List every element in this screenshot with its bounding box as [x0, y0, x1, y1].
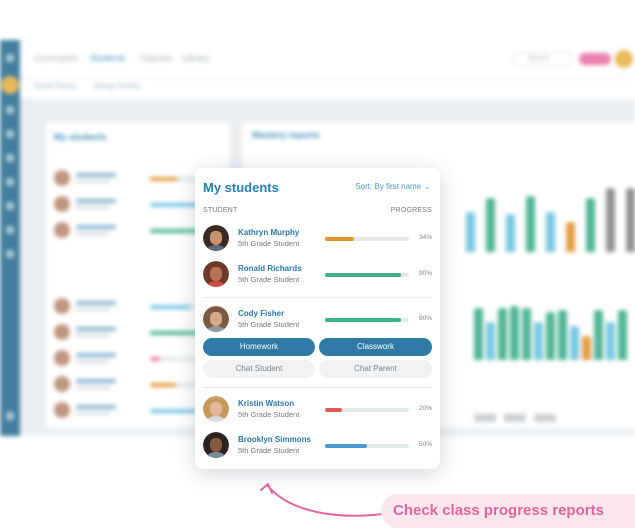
- progress-bar: [325, 318, 409, 322]
- student-name[interactable]: Kathryn Murphy: [238, 228, 299, 237]
- sub-navigation: Student Reports Manage Students: [20, 78, 635, 100]
- classwork-button[interactable]: Classwork: [319, 338, 432, 356]
- chevron-down-icon: ⌄: [424, 184, 430, 191]
- nav-icon: [6, 130, 14, 138]
- student-grade: 5th Grade Student: [238, 410, 300, 419]
- student-avatar: [203, 432, 229, 458]
- progress-bar: [325, 237, 409, 241]
- chat-student-button[interactable]: Chat Student: [203, 360, 315, 378]
- student-avatar: [203, 306, 229, 332]
- student-grade: 5th Grade Student: [238, 446, 300, 455]
- nav-icon: [6, 250, 14, 258]
- progress-fill: [325, 408, 342, 412]
- progress-percent: 20%: [418, 405, 432, 412]
- student-row[interactable]: Brooklyn Simmons 5th Grade Student 50%: [203, 432, 432, 462]
- student-name[interactable]: Ronald Richards: [238, 264, 302, 273]
- column-header-student: STUDENT: [203, 207, 238, 214]
- student-name[interactable]: Kristin Watson: [238, 399, 294, 408]
- student-row[interactable]: Ronald Richards 5th Grade Student 90%: [203, 261, 432, 291]
- progress-percent: 34%: [418, 234, 432, 241]
- student-grade: 5th Grade Student: [238, 275, 300, 284]
- callout-banner: Check class progress reports: [381, 494, 635, 528]
- background-card-title: My students: [54, 132, 107, 142]
- column-header-progress: PROGRESS: [390, 207, 432, 214]
- student-name[interactable]: Cody Fisher: [238, 309, 284, 318]
- callout-text: Check class progress reports: [393, 502, 604, 519]
- user-avatar[interactable]: [615, 50, 633, 68]
- my-students-card: My students Sort: By first name ⌄ STUDENT…: [195, 168, 440, 469]
- subnav-student-reports[interactable]: Student Reports: [34, 84, 77, 90]
- upgrade-button[interactable]: [579, 53, 611, 65]
- progress-fill: [325, 273, 401, 277]
- search-input[interactable]: Search: [513, 52, 573, 66]
- student-grade: 5th Grade Student: [238, 320, 300, 329]
- chat-parent-button[interactable]: Chat Parent: [319, 360, 432, 378]
- tab-library[interactable]: Library: [182, 53, 210, 63]
- subnav-manage-students[interactable]: Manage Students: [94, 84, 141, 90]
- sort-label: Sort: By first name: [355, 182, 422, 191]
- student-avatar: [203, 225, 229, 251]
- student-grade: 5th Grade Student: [238, 239, 300, 248]
- student-avatar: [203, 396, 229, 422]
- nav-icon: [6, 106, 14, 114]
- progress-percent: 90%: [418, 270, 432, 277]
- student-avatar: [203, 261, 229, 287]
- progress-fill: [325, 318, 401, 322]
- nav-icon: [6, 154, 14, 162]
- progress-percent: 50%: [418, 441, 432, 448]
- sort-dropdown[interactable]: Sort: By first name ⌄: [355, 182, 430, 191]
- student-row[interactable]: Kristin Watson 5th Grade Student 20%: [203, 396, 432, 426]
- progress-fill: [325, 237, 354, 241]
- nav-icon: [6, 226, 14, 234]
- homework-button[interactable]: Homework: [203, 338, 315, 356]
- student-name[interactable]: Brooklyn Simmons: [238, 435, 311, 444]
- progress-bar: [325, 273, 409, 277]
- top-navigation: Curriculum Students Classes Library Sear…: [20, 40, 635, 78]
- progress-percent: 90%: [418, 315, 432, 322]
- tab-students[interactable]: Students: [90, 53, 126, 63]
- progress-bar: [325, 444, 409, 448]
- card-title: My students: [203, 180, 279, 195]
- divider: [203, 297, 432, 298]
- student-row[interactable]: Cody Fisher 5th Grade Student 90%: [203, 306, 432, 336]
- help-icon: [6, 412, 14, 420]
- nav-icon: [6, 202, 14, 210]
- progress-fill: [325, 444, 367, 448]
- menu-icon: [6, 54, 14, 62]
- background-card-title: Mastery reports: [252, 130, 320, 140]
- rail-avatar: [1, 76, 19, 94]
- progress-bar: [325, 408, 409, 412]
- tab-curriculum[interactable]: Curriculum: [34, 53, 78, 63]
- divider: [203, 387, 432, 388]
- student-row[interactable]: Kathryn Murphy 5th Grade Student 34%: [203, 225, 432, 255]
- nav-icon: [6, 178, 14, 186]
- sidebar-rail: [0, 40, 20, 436]
- tab-classes[interactable]: Classes: [140, 53, 172, 63]
